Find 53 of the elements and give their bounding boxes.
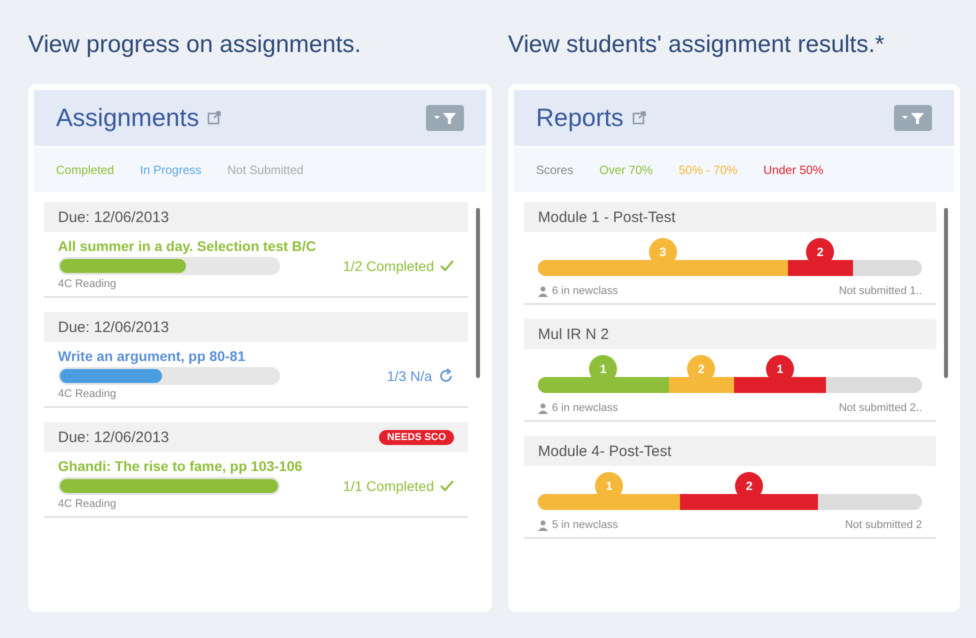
due-date: Due: 12/06/2013 (58, 208, 169, 226)
student-count: 5 in newclass (552, 519, 618, 531)
not-submitted-text: Not submitted 2.. (838, 402, 922, 414)
check-icon (440, 260, 454, 272)
report-title: Mul IR N 2 (538, 326, 609, 342)
filter-icon (432, 111, 458, 125)
person-icon (538, 520, 548, 530)
legend-item: Under 50% (763, 163, 824, 177)
assignment-title: Ghandi: The rise to fame, pp 103-106 (58, 458, 304, 474)
scrollbar[interactable] (944, 208, 948, 378)
due-date: Due: 12/06/2013 (58, 318, 169, 336)
person-icon (538, 286, 548, 296)
section-caption: View progress on assignments. (28, 30, 362, 60)
student-count: 6 in newclass (552, 402, 618, 414)
scrollbar[interactable] (476, 208, 480, 378)
assignment-card[interactable]: Due: 12/06/2013 Write an argument, pp 80-81 1/3 N/a 4C Reading (44, 312, 468, 408)
assignment-card[interactable]: Due: 12/06/2013 NEEDS SCO Ghandi: The rise to fame, pp 103-106 1/1 Completed 4C Reading (44, 422, 468, 518)
result-text: 1/3 N/a (386, 368, 432, 384)
report-card[interactable]: Module 4- Post-Test 1 2 5 in newclass Not submitted 2 (524, 436, 936, 539)
student-count: 6 in newclass (552, 285, 618, 297)
legend-item: Over 70% (599, 163, 653, 177)
panel-title: Assignments (56, 104, 200, 132)
assignment-title: All summer in a day. Selection test B/C (58, 238, 318, 254)
check-icon (440, 480, 454, 492)
filter-icon (900, 111, 926, 125)
result-text: 1/2 Completed (342, 258, 434, 274)
result-text: 1/1 Completed (342, 478, 434, 494)
due-date: Due: 12/06/2013 (58, 428, 169, 446)
filter-button[interactable] (426, 105, 464, 131)
class-name: 4C Reading (58, 388, 118, 400)
legend-item: In Progress (140, 163, 202, 177)
assignment-card[interactable]: Due: 12/06/2013 All summer in a day. Selection test B/C 1/2 Completed 4C Reading (44, 202, 468, 298)
filter-button[interactable] (894, 105, 932, 131)
assignment-title: Write an argument, pp 80-81 (58, 348, 246, 364)
panel-title: Reports (536, 104, 624, 132)
report-card[interactable]: Mul IR N 2 1 2 1 6 in newclass Not submitted 2.. (524, 319, 936, 422)
class-name: 4C Reading (58, 278, 118, 290)
report-title: Module 1 - Post-Test (538, 208, 676, 226)
legend-label: Scores (536, 163, 574, 177)
legend-item: 50% - 70% (678, 163, 738, 177)
class-name: 4C Reading (58, 498, 118, 510)
legend-item: Not Submitted (227, 163, 304, 177)
report-card[interactable]: Module 1 - Post-Test 3 2 6 in newclass Not submitted 1.. (524, 202, 936, 305)
external-link-icon[interactable] (632, 111, 646, 125)
legend-item: Completed (56, 163, 114, 177)
status-badge: NEEDS SCO (379, 430, 454, 444)
not-submitted-text: Not submitted 1.. (838, 285, 922, 297)
refresh-icon (438, 368, 454, 384)
report-title: Module 4- Post-Test (538, 442, 672, 460)
section-caption: View students' assignment results.* (508, 30, 886, 60)
external-link-icon[interactable] (207, 111, 222, 125)
not-submitted-text: Not submitted 2 (844, 519, 922, 531)
person-icon (538, 402, 548, 414)
